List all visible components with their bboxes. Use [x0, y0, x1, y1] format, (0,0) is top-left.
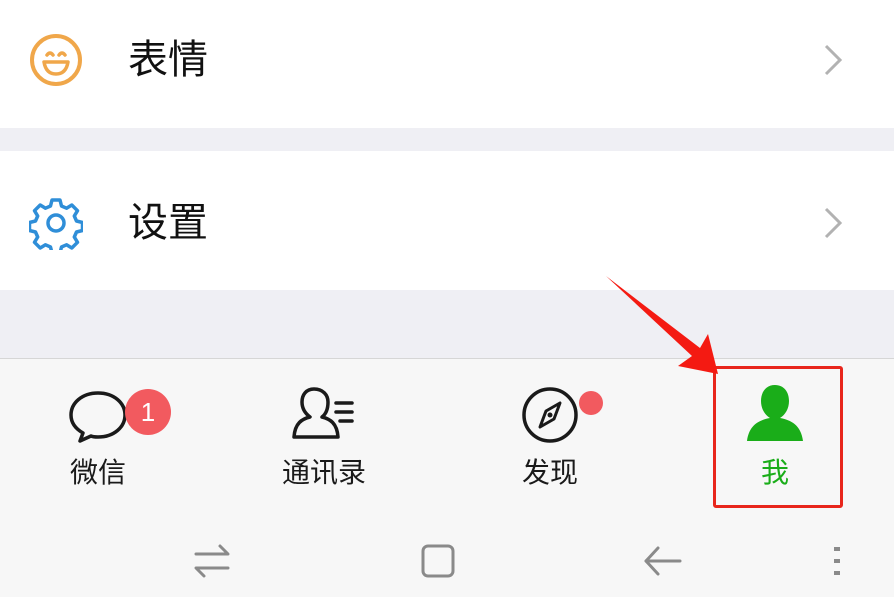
tab-discover[interactable]: 发现 [465, 373, 635, 503]
smiley-icon [30, 34, 82, 86]
tab-contacts[interactable]: 通讯录 [239, 373, 409, 503]
menu-item-emoji-label: 表情 [128, 37, 208, 83]
swap-icon[interactable] [190, 539, 234, 583]
tab-discover-label: 发现 [521, 456, 578, 489]
unread-badge: 1 [125, 389, 171, 435]
menu-item-settings[interactable]: 设置 [0, 151, 894, 290]
menu-dots-icon[interactable] [820, 539, 864, 583]
annotation-arrow-icon [606, 276, 718, 374]
tab-chats-label: 微信 [69, 456, 126, 489]
gear-icon [29, 198, 83, 250]
menu-item-emoji[interactable]: 表情 [0, 0, 894, 128]
tab-contacts-label: 通讯录 [281, 456, 366, 489]
menu-item-settings-label: 设置 [128, 200, 208, 246]
chevron-right-icon [824, 207, 843, 239]
compass-icon [522, 387, 578, 443]
highlight-box [713, 366, 843, 508]
chat-bubble-icon [69, 391, 127, 443]
back-arrow-icon[interactable] [640, 539, 684, 583]
tab-chats[interactable]: 1 微信 [13, 373, 183, 503]
contacts-icon [292, 387, 354, 439]
new-activity-dot [579, 391, 603, 415]
chevron-right-icon [824, 44, 843, 76]
home-square-icon[interactable] [416, 539, 460, 583]
